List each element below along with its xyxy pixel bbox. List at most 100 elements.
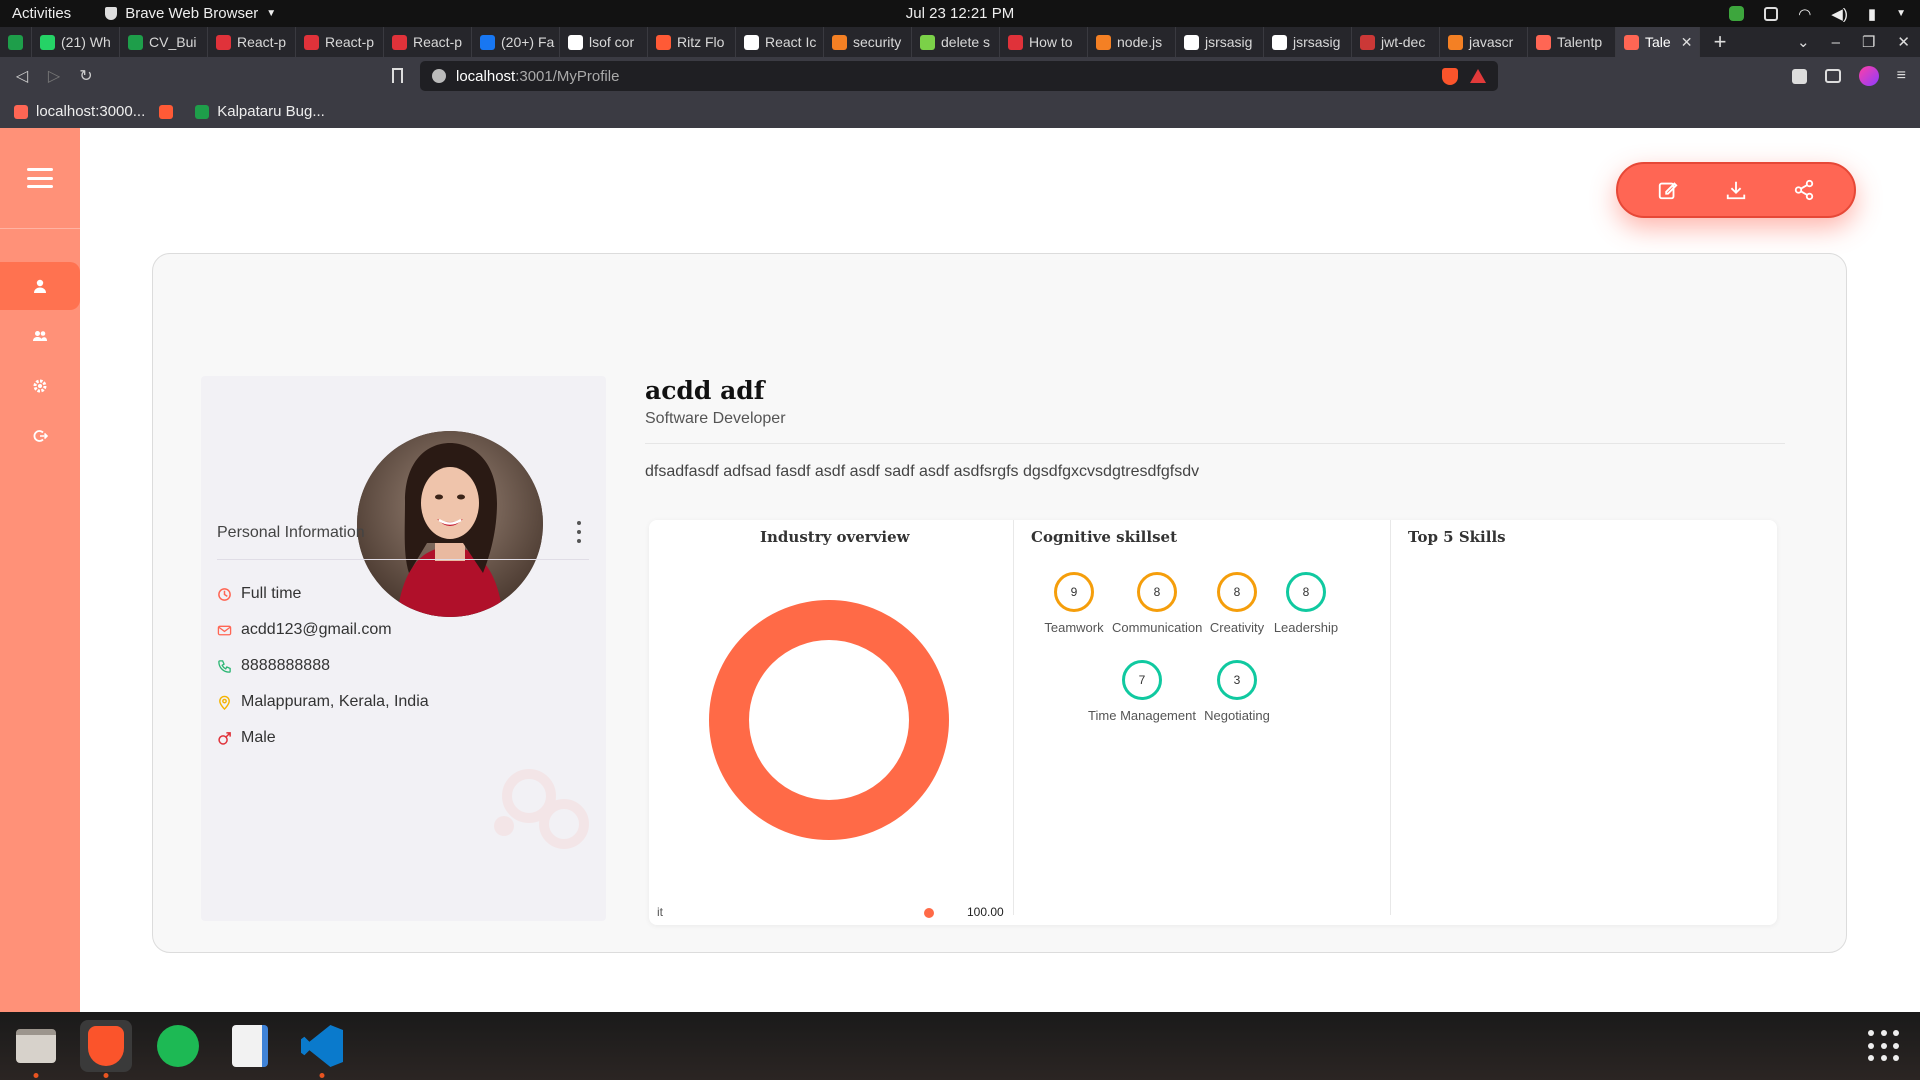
dock-spotify[interactable] bbox=[152, 1020, 204, 1072]
browser-tab[interactable] bbox=[0, 27, 32, 57]
tab-favicon-icon bbox=[1360, 34, 1375, 50]
shield-icon[interactable] bbox=[1764, 6, 1779, 21]
download-icon[interactable] bbox=[1725, 179, 1747, 201]
volume-icon[interactable]: ◀) bbox=[1831, 5, 1848, 23]
profile-avatar[interactable] bbox=[1858, 66, 1879, 86]
skill-label: Leadership bbox=[1273, 620, 1339, 635]
skill-label: Time Management bbox=[1088, 708, 1196, 723]
dock-brave[interactable] bbox=[80, 1020, 132, 1078]
dock-text-editor[interactable] bbox=[224, 1020, 276, 1072]
tab-label: jwt-dec bbox=[1381, 34, 1426, 50]
menu-icon[interactable]: ≡ bbox=[1897, 67, 1906, 85]
bookmark-icon[interactable] bbox=[392, 68, 403, 83]
back-icon[interactable]: ◁ bbox=[6, 66, 38, 86]
legend-value: 100.00 bbox=[967, 905, 1004, 919]
new-tab-button[interactable]: + bbox=[1700, 29, 1740, 55]
info-text: Malappuram, Kerala, India bbox=[241, 693, 429, 710]
chevron-down-icon[interactable]: ▼ bbox=[1896, 8, 1906, 19]
show-apps-icon[interactable] bbox=[1868, 1030, 1900, 1062]
browser-tab[interactable]: jsrsasig bbox=[1264, 27, 1352, 57]
close-icon[interactable]: ✕ bbox=[1897, 33, 1910, 51]
info-item: acdd123@gmail.com bbox=[217, 612, 429, 648]
browser-tab[interactable]: (20+) Fa bbox=[472, 27, 560, 57]
browser-tab[interactable]: React-p bbox=[208, 27, 296, 57]
site-info-icon[interactable] bbox=[432, 69, 446, 83]
bookmark-item[interactable]: localhost:3000... bbox=[14, 103, 145, 120]
dock-files[interactable] bbox=[10, 1020, 62, 1078]
bookmarks-bar: localhost:3000... Kalpataru Bug... bbox=[0, 95, 1920, 128]
sidebar-item-logout[interactable] bbox=[0, 412, 80, 460]
sidebar bbox=[0, 128, 80, 1012]
tab-favicon-icon bbox=[1184, 34, 1199, 50]
reload-icon[interactable]: ↻ bbox=[70, 66, 102, 86]
share-icon[interactable] bbox=[1793, 179, 1815, 201]
tab-favicon-icon bbox=[1448, 34, 1463, 50]
clock[interactable]: Jul 23 12:21 PM bbox=[906, 5, 1014, 22]
wifi-icon[interactable]: ◠ bbox=[1798, 5, 1811, 23]
url-path: :3001/MyProfile bbox=[515, 67, 620, 85]
hamburger-icon[interactable] bbox=[27, 168, 53, 188]
browser-tab-active[interactable]: Tale ✕ bbox=[1616, 27, 1700, 57]
restore-icon[interactable]: ❐ bbox=[1862, 33, 1875, 51]
browser-tab[interactable]: React Ic bbox=[736, 27, 824, 57]
profile-name: acdd adf bbox=[645, 376, 765, 405]
location-icon bbox=[219, 695, 230, 710]
tab-favicon-icon bbox=[128, 34, 143, 50]
sidebar-item-settings[interactable] bbox=[0, 362, 80, 410]
browser-tab[interactable]: React-p bbox=[384, 27, 472, 57]
forward-icon[interactable]: ▷ bbox=[38, 66, 70, 86]
cognitive-skillset-title: Cognitive skillset bbox=[1031, 528, 1177, 546]
system-tray[interactable]: ◠ ◀) ▮ ▼ bbox=[1729, 5, 1906, 23]
browser-tab[interactable]: delete s bbox=[912, 27, 1000, 57]
update-icon[interactable] bbox=[1729, 6, 1745, 21]
industry-overview-title: Industry overview bbox=[760, 528, 910, 546]
profile-card: Personal Information Full time acdd123@gm… bbox=[152, 253, 1847, 953]
info-item: Full time bbox=[217, 576, 429, 612]
more-options-icon[interactable] bbox=[576, 521, 582, 543]
browser-tab[interactable]: Ritz Flo bbox=[648, 27, 736, 57]
browser-tab[interactable]: CV_Bui bbox=[120, 27, 208, 57]
tab-favicon-icon bbox=[1624, 34, 1639, 50]
rewards-icon[interactable] bbox=[1470, 69, 1486, 83]
browser-tab[interactable]: Talentp bbox=[1528, 27, 1616, 57]
legend-label: it bbox=[657, 905, 663, 919]
dock-vscode[interactable] bbox=[296, 1020, 348, 1078]
browser-tab[interactable]: React-p bbox=[296, 27, 384, 57]
brave-shield-icon[interactable] bbox=[1442, 67, 1458, 85]
sidebar-item-users[interactable] bbox=[0, 312, 80, 360]
info-divider bbox=[217, 559, 589, 560]
browser-tab[interactable]: (21) Wh bbox=[32, 27, 120, 57]
tab-favicon-icon bbox=[920, 34, 935, 50]
tab-search-icon[interactable]: ⌄ bbox=[1797, 33, 1810, 51]
edit-icon[interactable] bbox=[1657, 179, 1679, 201]
skill-score: 7 bbox=[1122, 660, 1162, 700]
app-name: Brave Web Browser bbox=[125, 5, 259, 22]
browser-tab[interactable]: security bbox=[824, 27, 912, 57]
sidebar-item-profile[interactable] bbox=[0, 262, 80, 310]
browser-tab[interactable]: node.js bbox=[1088, 27, 1176, 57]
bookmark-item[interactable] bbox=[159, 104, 181, 119]
browser-tab[interactable]: lsof cor bbox=[560, 27, 648, 57]
battery-icon[interactable]: ▮ bbox=[1868, 5, 1876, 23]
skill-score: 8 bbox=[1217, 572, 1257, 612]
address-bar[interactable]: localhost:3001/MyProfile bbox=[420, 61, 1498, 91]
user-icon bbox=[34, 279, 46, 293]
browser-tab[interactable]: jsrsasig bbox=[1176, 27, 1264, 57]
wallet-icon[interactable] bbox=[1824, 69, 1841, 83]
close-tab-icon[interactable]: ✕ bbox=[1681, 34, 1693, 51]
minimize-icon[interactable]: – bbox=[1832, 34, 1840, 51]
app-menu[interactable]: Brave Web Browser ▼ bbox=[105, 5, 276, 22]
browser-tab[interactable]: javascr bbox=[1440, 27, 1528, 57]
browser-tab[interactable]: jwt-dec bbox=[1352, 27, 1440, 57]
activities-button[interactable]: Activities bbox=[12, 5, 71, 22]
info-item: 8888888888 bbox=[217, 648, 429, 684]
info-text: Male bbox=[241, 729, 276, 746]
tab-label: Tale bbox=[1645, 34, 1671, 50]
vscode-icon bbox=[301, 1025, 343, 1067]
donut-slice[interactable] bbox=[709, 600, 949, 840]
browser-tab[interactable]: How to bbox=[1000, 27, 1088, 57]
extensions-icon[interactable] bbox=[1791, 68, 1807, 84]
info-text: Full time bbox=[241, 585, 302, 602]
tab-favicon-icon bbox=[216, 34, 231, 50]
bookmark-item[interactable]: Kalpataru Bug... bbox=[195, 103, 325, 120]
